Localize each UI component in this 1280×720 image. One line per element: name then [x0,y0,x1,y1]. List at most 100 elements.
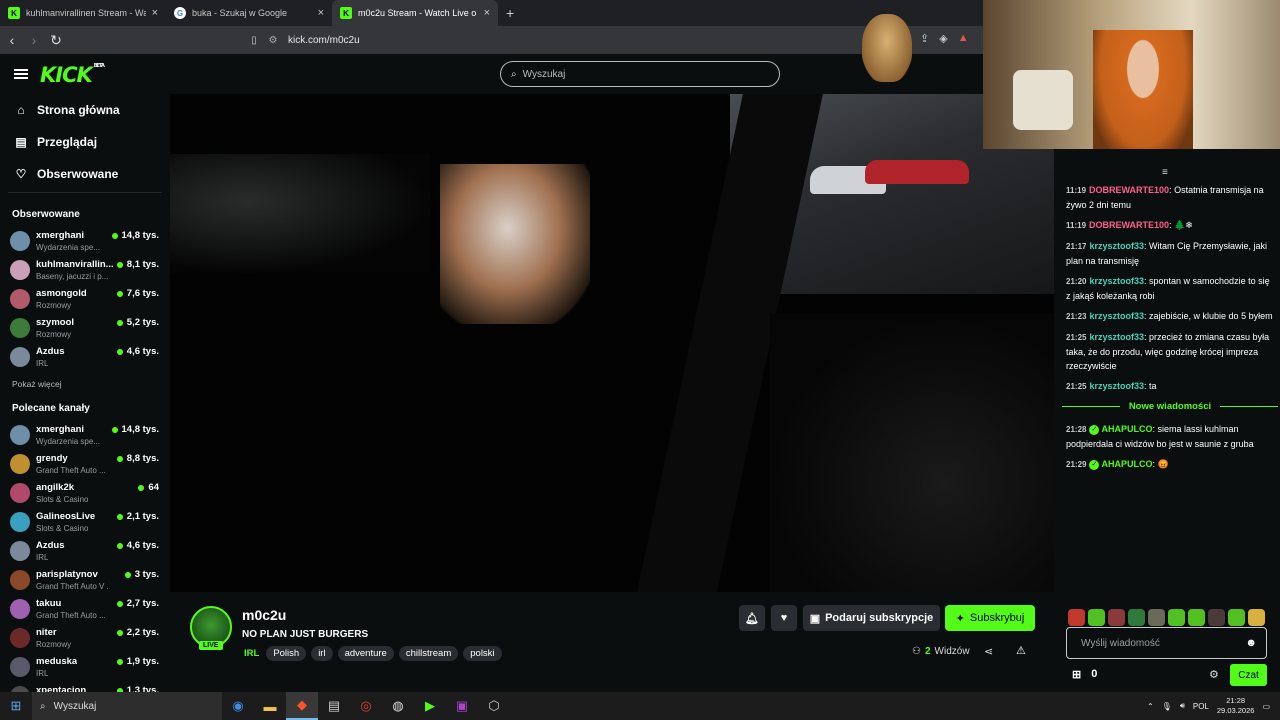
notification-button[interactable]: 🔔︎ [739,605,765,631]
emote[interactable] [1188,609,1205,626]
kick-logo[interactable]: KICK BETA [40,63,105,87]
emote[interactable] [1228,609,1245,626]
emoji-icon[interactable]: ☻ [1245,637,1257,649]
chevron-up-icon[interactable]: ⌃ [1147,702,1154,711]
emote[interactable] [1068,609,1085,626]
sidebar-item-following[interactable]: ♡ Obserwowane [0,158,170,190]
message-username[interactable]: AHAPULCO [1101,424,1152,434]
close-icon[interactable]: × [152,7,158,19]
report-icon[interactable]: ⚠ [1016,644,1026,657]
channel-item[interactable]: GalineosLive Slots & Casino 2,1 tys. [0,507,170,536]
notification-icon[interactable]: ▭ [1262,702,1270,711]
tag[interactable]: polski [463,646,502,661]
tag[interactable]: chillstream [398,646,459,661]
emote[interactable] [1208,609,1225,626]
brave-icon[interactable]: ◆ [286,692,318,720]
browser-tab-3[interactable]: K m0c2u Stream - Watch Live o × [332,0,498,26]
forward-icon[interactable]: › [24,32,44,48]
category-link[interactable]: IRL [242,646,261,661]
app-icon[interactable]: ▤ [318,692,350,720]
send-chat-button[interactable]: Czat [1230,664,1267,686]
kick-app-icon[interactable]: ▶ [414,692,446,720]
tag[interactable]: Polish [266,646,307,661]
channel-item[interactable]: Azdus IRL 4,6 tys. [0,536,170,565]
taskbar-search[interactable]: ⌕ Wyszukaj [32,692,222,720]
search-input[interactable]: ⌕ Wyszukaj [500,61,780,87]
channel-item[interactable]: xmerghani Wydarzenia spe... 14,8 tys. [0,226,170,255]
channel-name: Azdus [36,346,65,357]
message-username[interactable]: DOBREWARTE100 [1089,185,1169,195]
app-icon[interactable]: ▣ [446,692,478,720]
channel-name: xmerghani [36,230,85,241]
channel-name[interactable]: m0c2u [242,607,286,623]
pinned-icon[interactable]: ≡ [1162,167,1168,178]
kicks-balance[interactable]: ⊞ 0 [1072,668,1097,681]
channel-item[interactable]: xpentacion 1,3 tys. [0,681,170,692]
microphone-icon[interactable]: 🎙︎ [1162,702,1172,711]
channel-item[interactable]: kuhlmanvirallin... Baseny, jacuzzi i p...… [0,255,170,284]
channel-item[interactable]: parisplatynov Grand Theft Auto V ... 3 tys… [0,565,170,594]
tag[interactable]: adventure [337,646,394,661]
emote[interactable] [1248,609,1265,626]
channel-item[interactable]: grendy Grand Theft Auto ... 8,8 tys. [0,449,170,478]
channel-item[interactable]: angilk2k Slots & Casino 64 [0,478,170,507]
share-icon[interactable]: ⋖ [984,645,993,658]
clock[interactable]: 21:28 29.03.2026 [1217,696,1255,716]
message-username[interactable]: krzysztoof33 [1089,311,1144,321]
emote[interactable] [1108,609,1125,626]
bookmark-icon[interactable]: ▯ [244,35,264,46]
emote[interactable] [1088,609,1105,626]
video-player[interactable] [170,94,1054,592]
app-icon[interactable]: ⬡ [478,692,510,720]
rewards-icon[interactable]: ▲ [958,32,969,45]
site-info-icon[interactable]: ⚙ [264,35,282,46]
browser-tab-2[interactable]: G buka - Szukaj w Google × [166,0,332,26]
close-icon[interactable]: × [484,7,490,19]
message-username[interactable]: AHAPULCO [1101,459,1152,469]
menu-icon[interactable] [14,69,28,79]
message-username[interactable]: krzysztoof33 [1089,276,1144,286]
viewer-count: 4,6 tys. [117,540,159,551]
subscribe-button[interactable]: ✦ Subskrybuj [945,605,1035,631]
show-more-link[interactable]: Pokaż więcej [0,371,170,395]
tag[interactable]: irl [311,646,333,661]
chat-input[interactable]: Wyślij wiadomość ☻ [1066,627,1267,659]
channel-item[interactable]: takuu Grand Theft Auto ... 2,7 tys. [0,594,170,623]
gift-subscriptions-button[interactable]: ▣ Podaruj subskrypcje [803,605,940,631]
viewer-count: ⚇ 2 Widzów [912,646,970,657]
sidebar-item-browse[interactable]: ▤ Przeglądaj [0,126,170,158]
emote[interactable] [1128,609,1145,626]
channel-item[interactable]: meduska IRL 1,9 tys. [0,652,170,681]
channel-item[interactable]: niter Rozmowy 2,2 tys. [0,623,170,652]
follow-button[interactable]: ♥ [771,605,797,631]
message-username[interactable]: krzysztoof33 [1089,332,1144,342]
message-username[interactable]: DOBREWARTE100 [1089,220,1169,230]
message-username[interactable]: krzysztoof33 [1089,381,1144,391]
emote[interactable] [1168,609,1185,626]
share-icon[interactable]: ⇪ [920,32,929,45]
windows-start-icon[interactable]: ⊞ [0,692,32,720]
app-icon[interactable]: ◍ [382,692,414,720]
channel-item[interactable]: xmerghani Wydarzenia spe... 14,8 tys. [0,420,170,449]
file-explorer-icon[interactable]: ▬ [254,692,286,720]
channel-item[interactable]: Azdus IRL 4,6 tys. [0,342,170,371]
tab-title: buka - Szukaj w Google [192,8,288,18]
message-username[interactable]: krzysztoof33 [1089,241,1144,251]
sidebar-item-home[interactable]: ⌂ Strona główna [0,94,170,126]
chat-message: 21:28 ✓ AHAPULCO: siema lassi kuhlman podp… [1066,422,1274,451]
channel-item[interactable]: szymool Rozmowy 5,2 tys. [0,313,170,342]
channel-item[interactable]: asmongold Rozmowy 7,6 tys. [0,284,170,313]
browser-tab-1[interactable]: K kuhlmanvirallinen Stream - Watch × [0,0,166,26]
message-text: zajebiście, w klubie do 5 byłem [1149,311,1273,321]
edge-icon[interactable]: ◉ [222,692,254,720]
volume-icon[interactable]: 🔊︎ [1180,701,1185,711]
gear-icon[interactable]: ⚙ [1209,668,1219,681]
chrome-icon[interactable]: ◎ [350,692,382,720]
reload-icon[interactable]: ↻ [46,32,66,49]
back-icon[interactable]: ‹ [2,32,22,48]
language-indicator[interactable]: POL [1193,702,1209,711]
brave-shield-icon[interactable]: ◈ [939,32,947,45]
emote[interactable] [1148,609,1165,626]
close-icon[interactable]: × [318,7,324,19]
new-tab-button[interactable]: + [498,0,522,26]
